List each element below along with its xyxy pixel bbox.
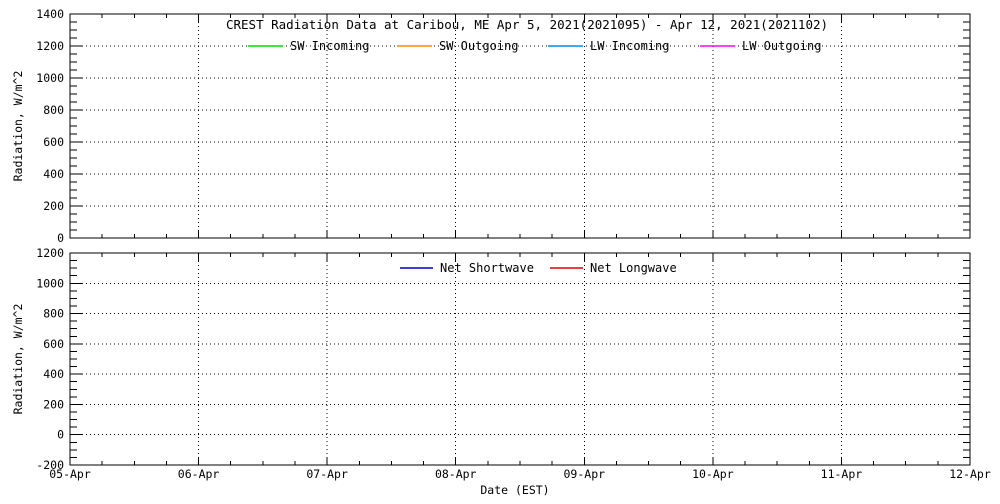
legend-label: Net Shortwave xyxy=(440,261,534,275)
y-tick-label: 0 xyxy=(57,428,64,442)
y-tick-label: 0 xyxy=(57,231,64,245)
y-tick-label: 1200 xyxy=(36,246,64,260)
panel-net-radiation: -20002004006008001000120005-Apr 06-Apr 07-… xyxy=(11,246,991,497)
y-tick-label: 1000 xyxy=(36,71,64,85)
y-tick-label: 800 xyxy=(43,103,64,117)
plot-frame xyxy=(69,252,971,466)
axis-title-y: Radiation, W/m^2 xyxy=(11,71,25,182)
x-tick-label: 11-Apr xyxy=(821,467,863,481)
legend-entry: SW Incoming xyxy=(248,39,369,53)
x-tick-label: 08-Apr xyxy=(435,467,477,481)
x-tick-label: 07-Apr xyxy=(306,467,348,481)
y-tick-label: 200 xyxy=(43,397,64,411)
y-tick-label: 1400 xyxy=(36,7,64,21)
x-tick-label: 10-Apr xyxy=(692,467,734,481)
panel-radiation-components: 0 200 400 600 800 1000 1200 1400 Radiation, W/m^… xyxy=(11,7,971,245)
y-tick-label: 400 xyxy=(43,367,64,381)
plot-frame xyxy=(69,13,971,239)
legend-entry: Net Longwave xyxy=(550,261,677,275)
legend-entry: Net Shortwave xyxy=(400,261,534,275)
x-tick-label: 09-Apr xyxy=(564,467,606,481)
axis-title-y: Radiation, W/m^2 xyxy=(11,304,25,415)
legend-entry: LW Outgoing xyxy=(700,39,821,53)
y-tick-label: 400 xyxy=(43,167,64,181)
x-tick-label: 06-Apr xyxy=(178,467,220,481)
legend-label: LW Incoming xyxy=(590,39,669,53)
legend-label: LW Outgoing xyxy=(742,39,821,53)
legend-label: Net Longwave xyxy=(590,261,677,275)
axis-title-x: Date (EST) xyxy=(480,483,549,497)
legend-entry: LW Incoming xyxy=(548,39,669,53)
y-tick-label: 600 xyxy=(43,135,64,149)
y-tick-label: 1000 xyxy=(36,276,64,290)
y-tick-label: 800 xyxy=(43,307,64,321)
chart-canvas: 0 200 400 600 800 1000 1200 1400 Radiation, W/m^… xyxy=(11,7,991,497)
legend-entry: SW Outgoing xyxy=(397,39,518,53)
radiation-figure: 0 200 400 600 800 1000 1200 1400 Radiation, W/m^… xyxy=(0,0,1000,500)
legend-label: SW Incoming xyxy=(290,39,369,53)
y-tick-label: 1200 xyxy=(36,39,64,53)
legend-label: SW Outgoing xyxy=(439,39,518,53)
y-tick-label: 600 xyxy=(43,337,64,351)
x-tick-label: 12-Apr xyxy=(949,467,991,481)
y-tick-label: 200 xyxy=(43,199,64,213)
x-tick-label: 05-Apr xyxy=(49,467,91,481)
chart-title: CREST Radiation Data at Caribou, ME Apr … xyxy=(226,17,828,32)
